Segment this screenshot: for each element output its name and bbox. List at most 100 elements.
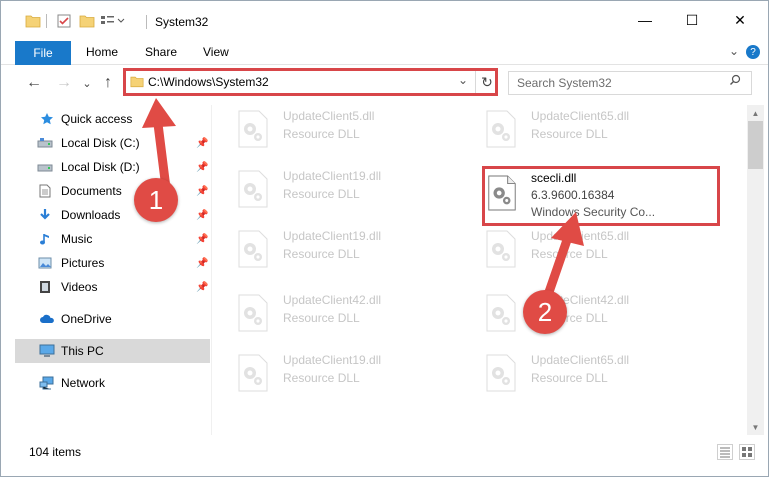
tab-home[interactable]: Home <box>86 45 118 59</box>
sidebar-item-label: Pictures <box>61 256 105 270</box>
folder-icon <box>130 75 144 91</box>
sidebar-item-videos[interactable]: Videos 📌 <box>15 275 210 299</box>
dll-file-icon <box>483 353 519 393</box>
sidebar-item-label: Local Disk (D:) <box>61 160 140 174</box>
list-item[interactable]: UpdateClient42.dll Resource DLL <box>213 289 453 335</box>
downloads-icon <box>37 207 53 223</box>
large-icons-view-icon[interactable] <box>739 444 755 460</box>
sidebar-item-quick-access[interactable]: Quick access <box>15 107 210 131</box>
recent-locations-button[interactable]: ⌄ <box>81 73 93 93</box>
sidebar-item-label: Network <box>61 376 106 390</box>
folder-icon[interactable] <box>25 12 41 30</box>
ribbon-tabs: File Home Share View ⌄ ? <box>1 39 768 65</box>
list-item[interactable]: UpdateClient19.dll Resource DLL <box>213 349 453 395</box>
scrollbar-thumb[interactable] <box>748 121 763 169</box>
chevron-down-icon[interactable]: ⌄ <box>458 73 468 87</box>
list-item[interactable]: UpdateClient5.dll Resource DLL <box>213 105 453 151</box>
file-list: UpdateClient5.dll Resource DLL UpdateCli… <box>213 105 745 435</box>
sidebar-item-label: Music <box>61 232 93 246</box>
pin-icon[interactable]: 📌 <box>196 138 208 149</box>
pin-icon[interactable]: 📌 <box>196 210 208 221</box>
sidebar-item-documents[interactable]: Documents 📌 <box>15 179 210 203</box>
file-name: UpdateClient42.dll <box>283 293 382 307</box>
details-view-icon[interactable] <box>717 444 733 460</box>
address-path[interactable]: C:\Windows\System32 <box>148 75 269 89</box>
list-item[interactable]: UpdateClient19.dll Resource DLL <box>213 165 453 211</box>
dll-file-icon <box>483 293 519 333</box>
videos-icon <box>37 279 53 295</box>
customize-toolbar-icon[interactable] <box>100 12 126 30</box>
file-name: UpdateClient5.dll <box>283 109 375 123</box>
search-box[interactable]: Search System32 <box>508 71 752 95</box>
search-input[interactable]: Search System32 <box>517 76 612 90</box>
pin-icon[interactable]: 📌 <box>196 258 208 269</box>
callout-badge-2: 2 <box>523 290 567 334</box>
cloud-icon <box>39 311 55 327</box>
file-name: UpdateClient65.dll <box>531 229 630 243</box>
up-button[interactable]: ↑ <box>99 73 117 93</box>
drive-icon <box>37 135 53 151</box>
address-bar[interactable]: C:\Windows\System32 ⌄ ↻ <box>123 68 498 96</box>
dll-file-icon <box>235 109 271 149</box>
sidebar-item-downloads[interactable]: Downloads 📌 <box>15 203 210 227</box>
pane-divider <box>211 105 212 435</box>
maximize-button[interactable]: ☐ <box>669 1 715 39</box>
sidebar-item-local-disk-c[interactable]: Local Disk (C:) 📌 <box>15 131 210 155</box>
documents-icon <box>37 183 53 199</box>
scroll-down-icon[interactable]: ▼ <box>747 419 764 435</box>
network-icon <box>39 375 55 391</box>
close-button[interactable]: ✕ <box>717 1 763 39</box>
pictures-icon <box>37 255 53 271</box>
scroll-up-icon[interactable]: ▲ <box>747 105 764 121</box>
star-icon <box>39 111 55 127</box>
sidebar-item-pictures[interactable]: Pictures 📌 <box>15 251 210 275</box>
help-icon[interactable]: ? <box>746 45 760 59</box>
sidebar-item-label: Local Disk (C:) <box>61 136 140 150</box>
navigation-pane: Quick access Local Disk (C:) 📌 Local Dis… <box>15 105 210 435</box>
refresh-button[interactable]: ↻ <box>475 69 498 95</box>
search-icon[interactable] <box>729 74 741 89</box>
tab-view[interactable]: View <box>203 45 229 59</box>
file-highlight <box>482 166 720 226</box>
file-description: Resource DLL <box>531 371 608 385</box>
forward-button[interactable]: → <box>55 73 73 93</box>
tab-file[interactable]: File <box>15 41 71 65</box>
file-name: UpdateClient19.dll <box>283 169 382 183</box>
dll-file-icon <box>483 109 519 149</box>
properties-icon[interactable] <box>56 12 72 30</box>
pin-icon[interactable]: 📌 <box>196 162 208 173</box>
list-item[interactable]: UpdateClient65.dll Resource DLL <box>461 349 701 395</box>
file-description: Resource DLL <box>283 311 360 325</box>
file-name: UpdateClient65.dll <box>531 353 630 367</box>
minimize-button[interactable]: — <box>622 1 668 39</box>
file-explorer-window: System32 — ☐ ✕ File Home Share View ⌄ ? … <box>0 0 769 477</box>
sidebar-item-local-disk-d[interactable]: Local Disk (D:) 📌 <box>15 155 210 179</box>
file-description: Resource DLL <box>283 371 360 385</box>
file-description: Resource DLL <box>283 187 360 201</box>
vertical-scrollbar[interactable]: ▲ ▼ <box>747 105 764 435</box>
back-button[interactable]: ← <box>25 73 43 93</box>
sidebar-item-onedrive[interactable]: OneDrive <box>15 307 210 331</box>
file-description: Resource DLL <box>283 127 360 141</box>
pin-icon[interactable]: 📌 <box>196 234 208 245</box>
sidebar-item-label: This PC <box>61 344 104 358</box>
sidebar-item-label: Videos <box>61 280 98 294</box>
list-item[interactable]: UpdateClient65.dll Resource DLL <box>461 105 701 151</box>
dll-file-icon <box>235 353 271 393</box>
sidebar-item-this-pc[interactable]: This PC <box>15 339 210 363</box>
file-name: UpdateClient19.dll <box>283 353 382 367</box>
list-item[interactable]: UpdateClient19.dll Resource DLL <box>213 225 453 271</box>
sidebar-item-music[interactable]: Music 📌 <box>15 227 210 251</box>
new-folder-icon[interactable] <box>79 12 95 30</box>
title-separator <box>146 15 147 29</box>
sidebar-item-label: OneDrive <box>61 312 112 326</box>
pin-icon[interactable]: 📌 <box>196 186 208 197</box>
tab-share[interactable]: Share <box>145 45 177 59</box>
list-item[interactable]: UpdateClient65.dll Resource DLL <box>461 225 701 271</box>
status-bar: 104 items <box>1 441 768 465</box>
list-item[interactable]: UpdateClient42.dll Resource DLL <box>461 289 701 335</box>
sidebar-item-network[interactable]: Network <box>15 371 210 395</box>
pin-icon[interactable]: 📌 <box>196 282 208 293</box>
expand-ribbon-icon[interactable]: ⌄ <box>729 44 739 58</box>
dll-file-icon <box>235 293 271 333</box>
